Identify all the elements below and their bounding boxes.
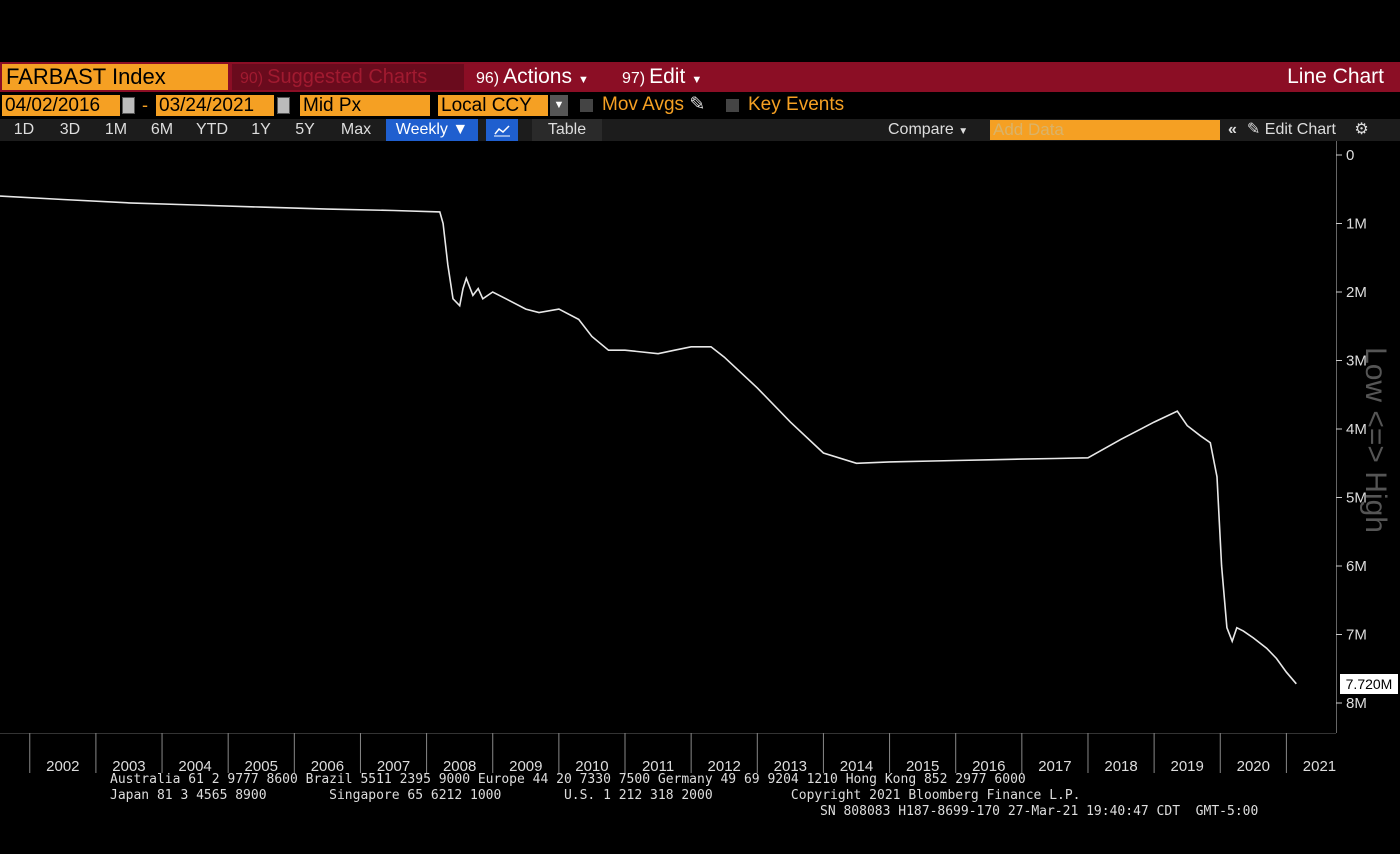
- edit-label: Edit: [649, 65, 686, 88]
- actions-menu[interactable]: 96) Actions ▼: [476, 64, 589, 90]
- calendar-icon[interactable]: [122, 97, 135, 114]
- range-button-1y[interactable]: 1Y: [248, 119, 274, 141]
- suggested-charts-label: Suggested Charts: [267, 66, 428, 88]
- pencil-icon[interactable]: ✎: [689, 94, 705, 115]
- y-tick-label: 2M: [1346, 284, 1367, 301]
- line-chart-plot: [0, 195, 1297, 685]
- range-button-3d[interactable]: 3D: [56, 119, 84, 141]
- y-tick-label: 6M: [1346, 558, 1367, 575]
- range-button-max[interactable]: Max: [336, 119, 376, 141]
- period-select[interactable]: Weekly ▼: [386, 119, 478, 141]
- footer-contacts-line-1: Australia 61 2 9777 8600 Brazil 5511 239…: [110, 772, 1026, 787]
- actions-label: Actions: [503, 65, 572, 88]
- range-button-6m[interactable]: 6M: [148, 119, 176, 141]
- chevron-down-icon: ▼: [958, 126, 969, 137]
- actions-number: 96): [476, 70, 500, 87]
- footer-session-line: SN 808083 H187-8699-170 27-Mar-21 19:40:…: [820, 804, 1259, 819]
- compare-menu[interactable]: Compare ▼: [888, 119, 968, 141]
- y-tick-label: 1M: [1346, 216, 1367, 233]
- add-data-input[interactable]: Add Data: [990, 120, 1220, 140]
- y-tick-label: 0: [1346, 147, 1354, 164]
- y-axis-label: Low <=> High: [1359, 347, 1392, 533]
- compare-label: Compare: [888, 121, 954, 138]
- suggested-charts-number: 90): [240, 70, 264, 87]
- price-field-select[interactable]: Mid Px: [300, 95, 430, 116]
- chevron-down-icon: ▼: [691, 74, 703, 86]
- range-button-1d[interactable]: 1D: [10, 119, 38, 141]
- last-value-label: 7.720M: [1340, 674, 1398, 694]
- line-chart-icon[interactable]: [486, 119, 518, 141]
- range-button-1m[interactable]: 1M: [100, 119, 132, 141]
- key-events-checkbox[interactable]: [726, 99, 739, 112]
- footer-contacts-line-2: Japan 81 3 4565 8900 Singapore 65 6212 1…: [110, 788, 1081, 803]
- mov-avgs-text: Mov Avgs: [602, 94, 685, 115]
- x-axis: 2002 2003 2004 2005 2006 2007 2008 2009 2010 2011…: [0, 733, 1336, 775]
- end-date-field[interactable]: 03/24/2021: [156, 95, 274, 116]
- series-line: [0, 195, 1297, 685]
- suggested-charts-button[interactable]: 90) Suggested Charts: [232, 64, 464, 90]
- chevron-down-icon[interactable]: ▼: [550, 95, 568, 116]
- edit-number: 97): [622, 70, 646, 87]
- range-button-ytd[interactable]: YTD: [192, 119, 232, 141]
- mov-avgs-label: Mov Avgs ✎: [602, 94, 705, 116]
- edit-chart-button[interactable]: « ✎ Edit Chart ⚙: [1228, 119, 1369, 141]
- y-tick-label: 8M: [1346, 695, 1367, 712]
- pencil-icon: ✎: [1246, 121, 1261, 138]
- edit-menu[interactable]: 97) Edit ▼: [622, 64, 702, 90]
- currency-select[interactable]: Local CCY: [438, 95, 548, 116]
- table-button[interactable]: Table: [532, 119, 602, 141]
- range-button-5y[interactable]: 5Y: [292, 119, 318, 141]
- edit-chart-label: Edit Chart: [1264, 121, 1336, 138]
- start-date-field[interactable]: 04/02/2016: [2, 95, 120, 116]
- ticker-field[interactable]: FARBAST Index: [2, 64, 228, 90]
- chart-type-label: Line Chart: [1287, 65, 1384, 88]
- gear-icon[interactable]: ⚙: [1354, 121, 1368, 138]
- y-tick-label: 7M: [1346, 627, 1367, 644]
- key-events-label: Key Events: [748, 94, 845, 115]
- footer: Australia 61 2 9777 8600 Brazil 5511 239…: [0, 772, 1400, 832]
- date-separator: -: [142, 95, 148, 115]
- chevron-down-icon: ▼: [578, 74, 589, 86]
- collapse-icon[interactable]: «: [1228, 121, 1237, 138]
- mov-avgs-checkbox[interactable]: [580, 99, 593, 112]
- calendar-icon[interactable]: [277, 97, 290, 114]
